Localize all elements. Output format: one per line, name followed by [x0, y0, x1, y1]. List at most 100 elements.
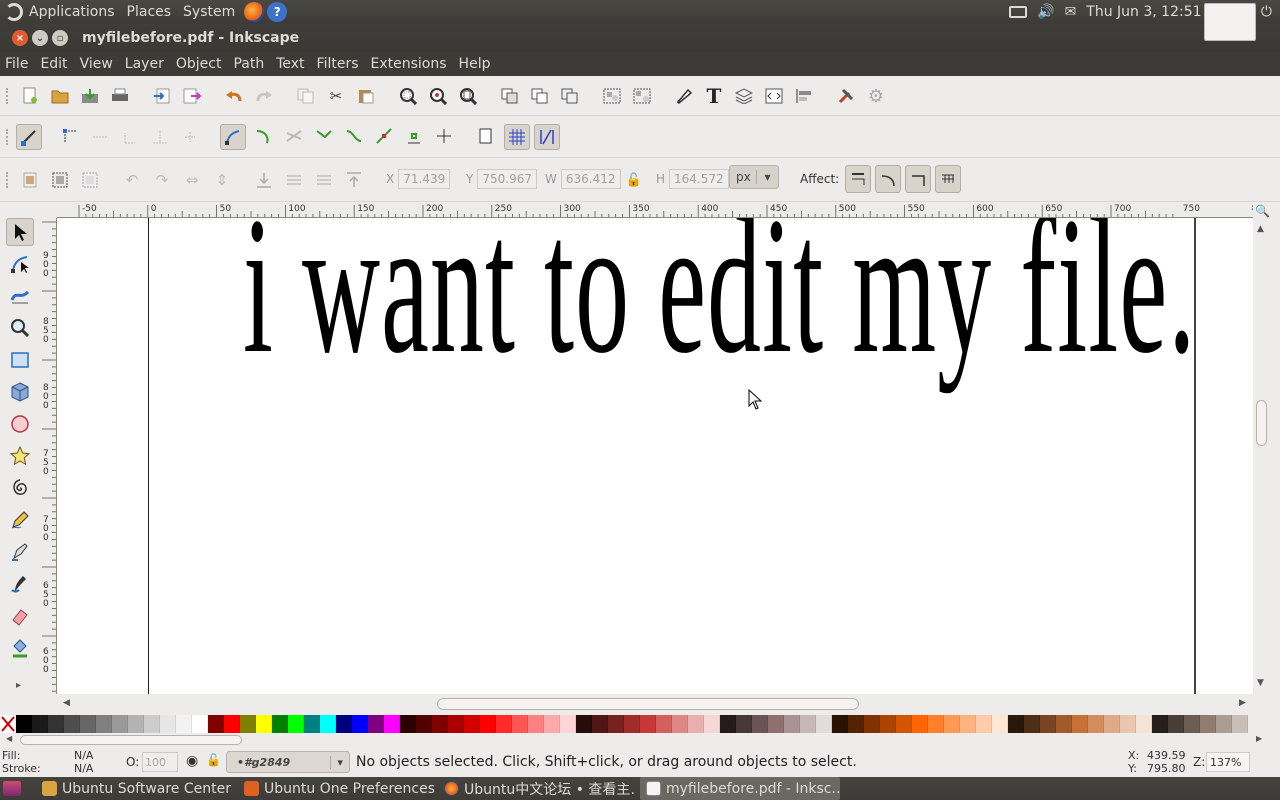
panel-menu-places[interactable]: Places: [121, 4, 178, 20]
ubuntu-logo-icon[interactable]: [5, 3, 23, 21]
xml-editor-icon[interactable]: [764, 86, 784, 106]
toolbox-more-chevron-icon[interactable]: ▸: [16, 680, 21, 691]
task-inkscape[interactable]: myfilebefore.pdf - Inksc...: [640, 777, 840, 800]
import-icon[interactable]: [152, 86, 172, 106]
color-swatch[interactable]: [896, 715, 912, 733]
color-swatch[interactable]: [224, 715, 240, 733]
color-swatch[interactable]: [512, 715, 528, 733]
snap-cusp-nodes-icon[interactable]: [314, 126, 334, 146]
spiral-tool-icon[interactable]: [6, 474, 34, 502]
color-swatch[interactable]: [272, 715, 288, 733]
color-swatch[interactable]: [304, 715, 320, 733]
color-swatch[interactable]: [128, 715, 144, 733]
color-swatch[interactable]: [592, 715, 608, 733]
panel-menu-system[interactable]: System: [177, 4, 241, 20]
color-swatch[interactable]: [736, 715, 752, 733]
affect-patterns-icon[interactable]: [935, 165, 961, 193]
color-swatch[interactable]: [336, 715, 352, 733]
pencil-tool-icon[interactable]: [6, 506, 34, 534]
color-swatch[interactable]: [848, 715, 864, 733]
align-distribute-icon[interactable]: [794, 86, 814, 106]
color-swatch[interactable]: [624, 715, 640, 733]
text-font-icon[interactable]: T: [704, 84, 724, 108]
color-swatch[interactable]: [352, 715, 368, 733]
palette-scroll-thumb[interactable]: [20, 735, 242, 745]
color-swatch[interactable]: [768, 715, 784, 733]
panel-menu-applications[interactable]: Applications: [23, 4, 121, 20]
color-swatch[interactable]: [432, 715, 448, 733]
color-swatch[interactable]: [1232, 715, 1248, 733]
opacity-input[interactable]: 100: [142, 752, 178, 772]
color-swatch[interactable]: [1104, 715, 1120, 733]
color-swatch[interactable]: [608, 715, 624, 733]
star-tool-icon[interactable]: [6, 442, 34, 470]
volume-icon[interactable]: 🔊: [1037, 4, 1054, 20]
color-swatch[interactable]: [528, 715, 544, 733]
color-swatch[interactable]: [384, 715, 400, 733]
scroll-up-arrow-icon[interactable]: ▲: [1257, 224, 1264, 234]
zoom-selection-icon[interactable]: [398, 86, 418, 106]
color-swatch[interactable]: [80, 715, 96, 733]
toolbar-overflow-box[interactable]: [1204, 3, 1256, 41]
color-swatch[interactable]: [800, 715, 816, 733]
window-close-button[interactable]: ×: [12, 30, 28, 46]
firefox-launcher-icon[interactable]: [244, 2, 265, 22]
power-icon[interactable]: ⏻: [1261, 4, 1272, 20]
color-swatch[interactable]: [752, 715, 768, 733]
color-swatch[interactable]: [192, 715, 208, 733]
vertical-ruler[interactable]: 900850800750700650600: [40, 218, 57, 694]
new-document-icon[interactable]: [20, 86, 40, 106]
show-desktop-icon[interactable]: [3, 781, 21, 796]
window-maximize-button[interactable]: ▫: [52, 30, 68, 46]
menu-object[interactable]: Object: [170, 56, 228, 72]
color-swatch[interactable]: [816, 715, 832, 733]
color-swatch[interactable]: [1024, 715, 1040, 733]
unlink-clone-icon[interactable]: [560, 86, 580, 106]
keyboard-icon[interactable]: [1009, 6, 1028, 18]
mail-icon[interactable]: ✉: [1065, 4, 1077, 20]
menu-help[interactable]: Help: [453, 56, 497, 72]
canvas-text-object[interactable]: i want to edit my file.: [243, 218, 1196, 384]
color-swatch[interactable]: [640, 715, 656, 733]
color-swatch[interactable]: [928, 715, 944, 733]
zoom-input[interactable]: 137%: [1206, 752, 1250, 772]
rectangle-tool-icon[interactable]: [6, 346, 34, 374]
color-swatch[interactable]: [992, 715, 1008, 733]
fill-value[interactable]: N/A: [74, 749, 93, 762]
snap-nodes-icon[interactable]: [220, 124, 246, 150]
color-swatch[interactable]: [1168, 715, 1184, 733]
layer-lock-icon[interactable]: 🔓: [206, 753, 221, 767]
snap-grids-icon[interactable]: [504, 124, 530, 150]
x-input[interactable]: 71.439: [398, 169, 451, 189]
snap-guides-icon[interactable]: [534, 124, 560, 150]
palette-scroll-left-icon[interactable]: ◀: [6, 734, 12, 743]
undo-icon[interactable]: [224, 86, 244, 106]
zoom-tool-icon[interactable]: [6, 314, 34, 342]
color-swatch[interactable]: [32, 715, 48, 733]
calligraphy-tool-icon[interactable]: [6, 570, 34, 598]
horizontal-scrollbar[interactable]: ◀ ▶: [57, 696, 1253, 712]
tweak-tool-icon[interactable]: [6, 282, 34, 310]
palette-scrollbar[interactable]: ◀ ▶: [0, 733, 1280, 747]
color-swatch[interactable]: [784, 715, 800, 733]
snap-bbox-icon[interactable]: [60, 126, 80, 146]
color-swatch[interactable]: [256, 715, 272, 733]
task-firefox-ubuntu-forum[interactable]: Ubuntu中文论坛 • 查看主…: [438, 777, 636, 800]
zoom-drawing-icon[interactable]: [428, 86, 448, 106]
menu-file[interactable]: File: [0, 56, 34, 72]
drawing-canvas[interactable]: i want to edit my file.: [57, 218, 1253, 694]
horizontal-scroll-thumb[interactable]: [437, 698, 859, 710]
color-swatch[interactable]: [1040, 715, 1056, 733]
pen-tool-icon[interactable]: [6, 538, 34, 566]
menu-edit[interactable]: Edit: [34, 56, 73, 72]
color-swatch[interactable]: [1200, 715, 1216, 733]
color-swatch[interactable]: [496, 715, 512, 733]
group-icon[interactable]: [602, 86, 622, 106]
zoom-corner-icon[interactable]: 🔍: [1255, 204, 1270, 218]
color-swatch[interactable]: [656, 715, 672, 733]
color-swatch[interactable]: [96, 715, 112, 733]
export-icon[interactable]: [182, 86, 202, 106]
help-launcher-icon[interactable]: ?: [267, 2, 288, 22]
color-swatch[interactable]: [1008, 715, 1024, 733]
color-swatch[interactable]: [320, 715, 336, 733]
